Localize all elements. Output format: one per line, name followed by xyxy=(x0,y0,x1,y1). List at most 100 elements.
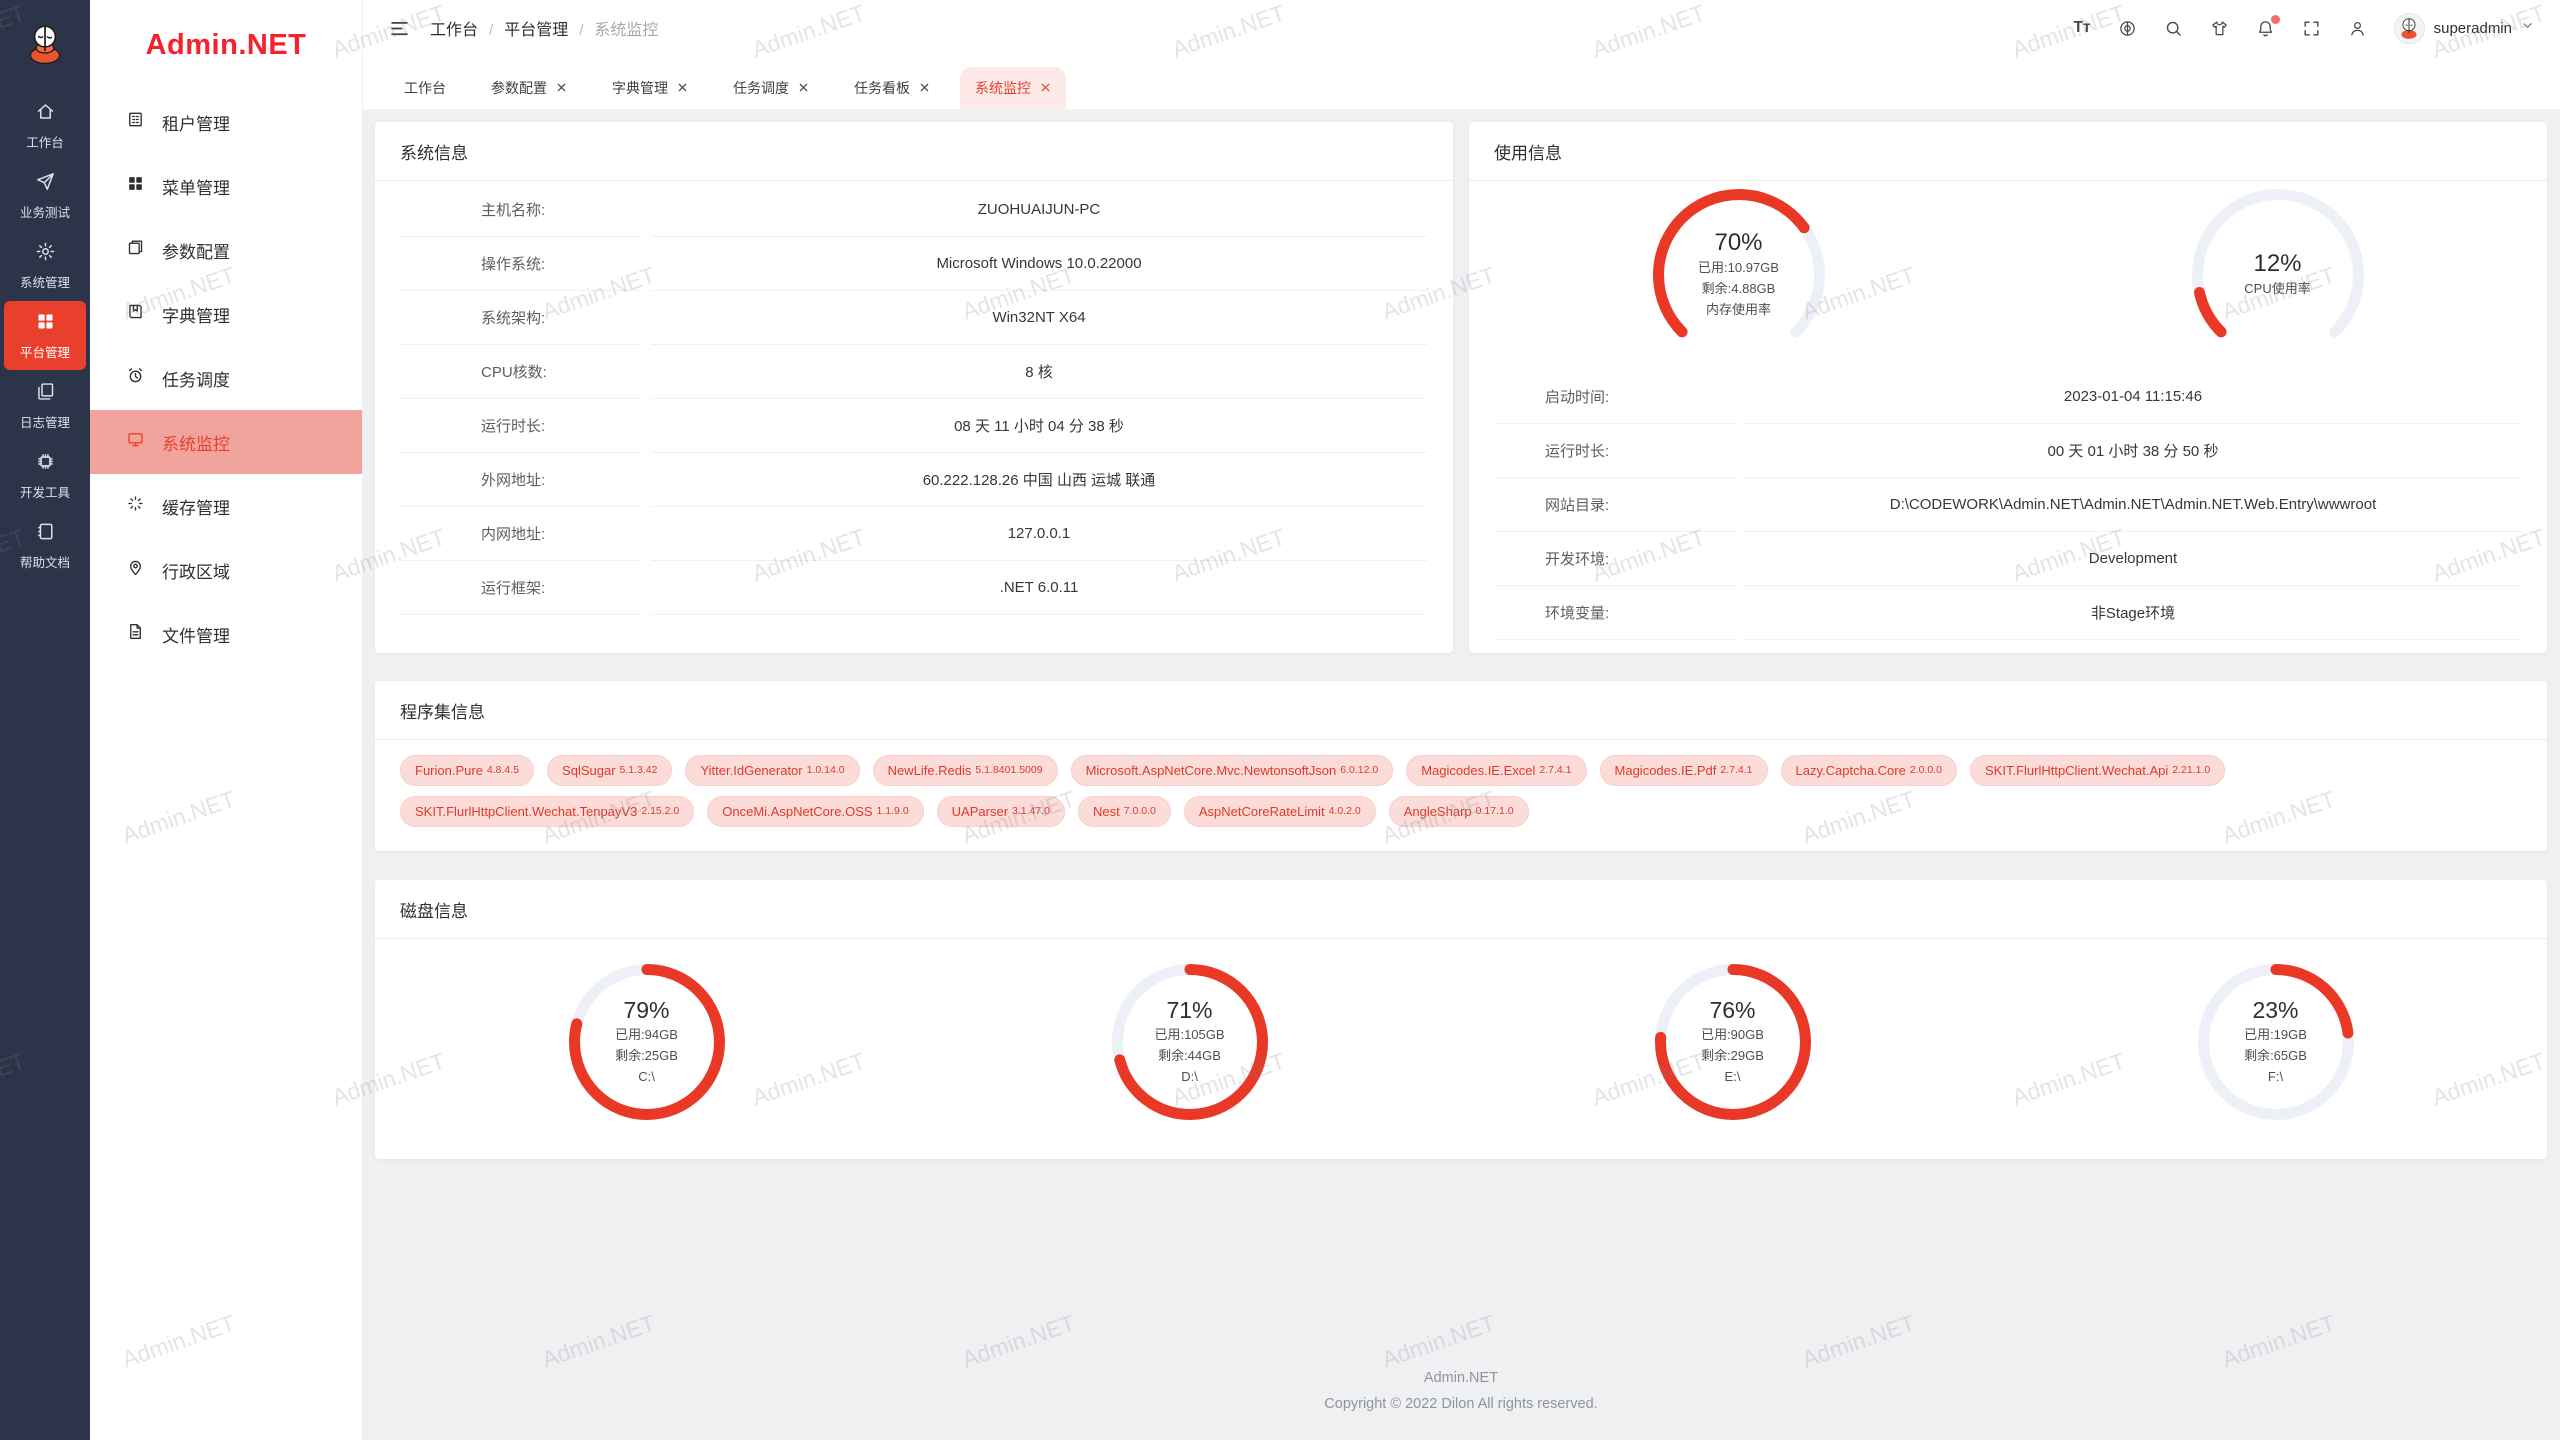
sidebar-item-1[interactable]: 菜单管理 xyxy=(90,154,362,218)
tab-label: 工作台 xyxy=(404,78,446,98)
assembly-tag: OnceMi.AspNetCore.OSS1.1.9.0 xyxy=(707,796,923,827)
assembly-tag: Magicodes.IE.Excel2.7.4.1 xyxy=(1406,755,1586,786)
table-row: CPU核数:8 核 xyxy=(401,345,1427,399)
rail-item-0[interactable]: 工作台 xyxy=(4,91,86,160)
assembly-version: 3.1.47.0 xyxy=(1012,805,1050,817)
disk-gauge-cell: 79%已用:94GB剩余:25GBC:\ xyxy=(375,964,918,1120)
footer-app-name: Admin.NET xyxy=(375,1365,2547,1391)
tab-3[interactable]: 任务调度 xyxy=(718,67,824,109)
row-label: 网站目录: xyxy=(1495,478,1735,532)
tab-5[interactable]: 系统监控 xyxy=(960,67,1066,109)
sidebar-item-2[interactable]: 参数配置 xyxy=(90,218,362,282)
monitor-icon xyxy=(126,430,145,454)
table-row: 运行框架:.NET 6.0.11 xyxy=(401,561,1427,615)
location-icon xyxy=(126,558,145,582)
row-value: 00 天 01 小时 38 分 50 秒 xyxy=(1745,424,2521,478)
disk-name: E:\ xyxy=(1725,1067,1741,1087)
paper-plane-icon xyxy=(35,171,56,195)
card-title: 程序集信息 xyxy=(375,681,2547,740)
copy-icon xyxy=(35,381,56,405)
rail-item-5[interactable]: 开发工具 xyxy=(4,441,86,510)
disk-used: 已用:94GB xyxy=(615,1025,678,1045)
user-menu[interactable]: superadmin xyxy=(2394,13,2534,44)
sidebar-item-4[interactable]: 任务调度 xyxy=(90,346,362,410)
sidebar-item-8[interactable]: 文件管理 xyxy=(90,602,362,666)
assembly-tag: SKIT.FlurlHttpClient.Wechat.Api2.21.1.0 xyxy=(1970,755,2225,786)
rail-item-1[interactable]: 业务测试 xyxy=(4,161,86,230)
page-content: 系统信息 主机名称:ZUOHUAIJUN-PC操作系统:Microsoft Wi… xyxy=(363,110,2560,1440)
assembly-tag: UAParser3.1.47.0 xyxy=(937,796,1065,827)
search-icon[interactable] xyxy=(2164,19,2183,38)
row-label: 外网地址: xyxy=(401,453,641,507)
rail-item-2[interactable]: 系统管理 xyxy=(4,231,86,300)
app-logo-mascot[interactable] xyxy=(0,0,90,90)
sidebar: Admin.NET 租户管理菜单管理参数配置字典管理任务调度系统监控缓存管理行政… xyxy=(90,0,363,1440)
disk-used: 已用:105GB xyxy=(1154,1025,1224,1045)
topbar-actions: Tт xyxy=(2074,13,2534,44)
language-icon[interactable] xyxy=(2118,19,2137,38)
gauge-percent: 23% xyxy=(2252,997,2298,1024)
assembly-version: 2.7.4.1 xyxy=(1720,764,1752,776)
tab-0[interactable]: 工作台 xyxy=(389,67,461,109)
assembly-name: Lazy.Captcha.Core xyxy=(1796,763,1906,778)
breadcrumb-item-1[interactable]: 平台管理 xyxy=(489,16,568,40)
breadcrumb: 工作台平台管理系统监控 xyxy=(430,16,658,40)
disk-free: 剩余:25GB xyxy=(615,1046,678,1066)
icon-rail: 工作台业务测试系统管理平台管理日志管理开发工具帮助文档 xyxy=(0,0,90,1440)
tab-4[interactable]: 任务看板 xyxy=(839,67,945,109)
assembly-version: 2.0.0.0 xyxy=(1910,764,1942,776)
table-row: 外网地址:60.222.128.26 中国 山西 运城 联通 xyxy=(401,453,1427,507)
sidebar-item-label: 任务调度 xyxy=(162,366,230,391)
avatar xyxy=(2394,13,2425,44)
book-icon xyxy=(35,521,56,545)
tab-1[interactable]: 参数配置 xyxy=(476,67,582,109)
table-row: 主机名称:ZUOHUAIJUN-PC xyxy=(401,183,1427,237)
footer-copyright: Copyright © 2022 Dilon All rights reserv… xyxy=(375,1391,2547,1417)
disk-gauge-cell: 71%已用:105GB剩余:44GBD:\ xyxy=(918,964,1461,1120)
gauge-percent: 12% xyxy=(2253,250,2301,278)
rail-item-3[interactable]: 平台管理 xyxy=(4,301,86,370)
tab-2[interactable]: 字典管理 xyxy=(597,67,703,109)
breadcrumb-item-0[interactable]: 工作台 xyxy=(430,16,478,40)
bell-icon[interactable] xyxy=(2256,19,2275,38)
assembly-version: 7.0.0.0 xyxy=(1124,805,1156,817)
cpu-gauge: 12%CPU使用率 xyxy=(2192,189,2364,361)
font-size-icon[interactable]: Tт xyxy=(2074,19,2091,37)
table-row: 运行时长:00 天 01 小时 38 分 50 秒 xyxy=(1495,424,2521,478)
close-icon[interactable] xyxy=(556,80,567,96)
fullscreen-icon[interactable] xyxy=(2302,19,2321,38)
sidebar-item-6[interactable]: 缓存管理 xyxy=(90,474,362,538)
system-info-card: 系统信息 主机名称:ZUOHUAIJUN-PC操作系统:Microsoft Wi… xyxy=(375,122,1453,653)
gauge-text: 12%CPU使用率 xyxy=(2192,189,2364,361)
usage-info-card: 使用信息 70%已用:10.97GB剩余:4.88GB内存使用率12%CPU使用… xyxy=(1469,122,2547,653)
close-icon[interactable] xyxy=(1040,80,1051,96)
sidebar-item-3[interactable]: 字典管理 xyxy=(90,282,362,346)
user-icon[interactable] xyxy=(2348,19,2367,38)
row-value: 08 天 11 小时 04 分 38 秒 xyxy=(651,399,1427,453)
gauge-text: 79%已用:94GB剩余:25GBC:\ xyxy=(569,964,725,1120)
sidebar-item-label: 租户管理 xyxy=(162,110,230,135)
card-title: 系统信息 xyxy=(375,122,1453,181)
close-icon[interactable] xyxy=(798,80,809,96)
close-icon[interactable] xyxy=(677,80,688,96)
gear-icon xyxy=(35,241,56,265)
collapse-menu-icon[interactable] xyxy=(389,18,410,39)
rail-item-label: 日志管理 xyxy=(20,412,70,431)
gauge-line: CPU使用率 xyxy=(2244,279,2310,299)
rail-item-6[interactable]: 帮助文档 xyxy=(4,511,86,580)
row-value: 非Stage环境 xyxy=(1745,586,2521,640)
assembly-version: 0.17.1.0 xyxy=(1476,805,1514,817)
assembly-name: SqlSugar xyxy=(562,763,615,778)
assembly-version: 6.0.12.0 xyxy=(1340,764,1378,776)
sidebar-item-0[interactable]: 租户管理 xyxy=(90,90,362,154)
sidebar-item-5[interactable]: 系统监控 xyxy=(90,410,362,474)
rail-item-4[interactable]: 日志管理 xyxy=(4,371,86,440)
close-icon[interactable] xyxy=(919,80,930,96)
row-label: 运行时长: xyxy=(1495,424,1735,478)
memory-gauge: 70%已用:10.97GB剩余:4.88GB内存使用率 xyxy=(1653,189,1825,361)
app-logo-text[interactable]: Admin.NET xyxy=(90,0,362,90)
disk-used: 已用:90GB xyxy=(1701,1025,1764,1045)
assemblies-card: 程序集信息 Furion.Pure4.8.4.5SqlSugar5.1.3.42… xyxy=(375,681,2547,851)
sidebar-item-7[interactable]: 行政区域 xyxy=(90,538,362,602)
theme-shirt-icon[interactable] xyxy=(2210,19,2229,38)
